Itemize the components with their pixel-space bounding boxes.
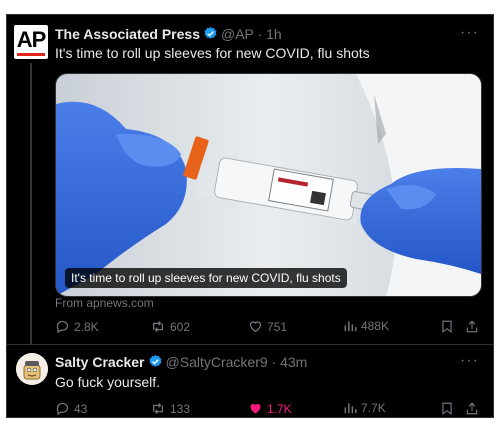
reply-count: 2.8K: [74, 319, 99, 334]
reply-button[interactable]: 2.8K: [55, 319, 99, 334]
tweet-reply[interactable]: Salty Cracker @SaltyCracker9 · 43m ··· Go…: [7, 345, 493, 419]
author-name[interactable]: The Associated Press: [55, 26, 200, 42]
tweet-text: It's time to roll up sleeves for new COV…: [55, 45, 370, 61]
retweet-button[interactable]: 133: [150, 401, 190, 416]
views-button[interactable]: 7.7K: [343, 401, 386, 415]
ap-logo-text: AP: [16, 27, 47, 52]
like-count: 751: [267, 319, 288, 334]
retweet-icon: [153, 403, 163, 414]
reply-icon: [56, 402, 69, 416]
reply-count: 43: [74, 401, 88, 416]
reply-icon: [56, 320, 69, 334]
bookmark-button[interactable]: [440, 319, 454, 334]
like-button[interactable]: 751: [248, 319, 287, 334]
more-icon[interactable]: ···: [460, 24, 479, 42]
bookmark-icon: [442, 402, 452, 415]
bookmark-button[interactable]: [440, 401, 454, 416]
bookmark-icon: [442, 320, 452, 333]
more-icon[interactable]: ···: [460, 352, 479, 370]
vaccine-photo: [56, 74, 481, 296]
author-handle[interactable]: @AP: [221, 26, 254, 42]
ap-avatar[interactable]: AP: [14, 25, 48, 59]
reply-button[interactable]: 43: [55, 401, 87, 416]
like-button[interactable]: 1.7K: [248, 401, 292, 416]
share-icon: [466, 320, 478, 333]
share-icon: [466, 402, 478, 415]
tweet-header: Salty Cracker @SaltyCracker9 · 43m: [55, 354, 307, 372]
tweet-header: The Associated Press @AP · 1h: [55, 26, 282, 44]
verified-badge-icon: [203, 26, 218, 44]
tweet-actions: 2.8K 602 751 488K: [55, 319, 479, 337]
author-handle[interactable]: @SaltyCracker9: [166, 354, 268, 370]
author-name[interactable]: Salty Cracker: [55, 354, 145, 370]
share-button[interactable]: [465, 401, 479, 416]
salty-cracker-avatar[interactable]: [16, 353, 48, 385]
verified-badge-icon: [148, 354, 163, 372]
tweet-text: Go fuck yourself.: [55, 374, 161, 390]
tweet-ap[interactable]: AP The Associated Press @AP · 1h ··· It's…: [7, 15, 493, 345]
tweet-time[interactable]: · 1h: [258, 26, 282, 42]
retweet-button[interactable]: 602: [150, 319, 190, 334]
like-icon: [249, 321, 262, 333]
like-count: 1.7K: [267, 401, 292, 416]
retweet-count: 602: [170, 319, 191, 334]
link-card-image[interactable]: It's time to roll up sleeves for new COV…: [55, 73, 482, 297]
retweet-icon: [153, 321, 163, 332]
views-icon: [344, 403, 357, 414]
tweet-time[interactable]: · 43m: [272, 354, 308, 370]
views-count: 488K: [361, 319, 390, 333]
retweet-count: 133: [170, 401, 191, 416]
cracker-mascot-icon: [16, 353, 48, 385]
views-icon: [344, 321, 357, 332]
media-caption: It's time to roll up sleeves for new COV…: [65, 268, 347, 288]
ap-logo-bar: [17, 53, 45, 56]
views-count: 7.7K: [361, 401, 386, 415]
timeline: AP The Associated Press @AP · 1h ··· It's…: [6, 14, 494, 418]
views-button[interactable]: 488K: [343, 319, 389, 333]
thread-line: [30, 63, 32, 345]
share-button[interactable]: [465, 319, 479, 334]
link-source[interactable]: From apnews.com: [55, 296, 154, 310]
like-icon: [250, 404, 261, 414]
tweet-actions: 43 133 1.7K 7.7K: [55, 401, 479, 419]
